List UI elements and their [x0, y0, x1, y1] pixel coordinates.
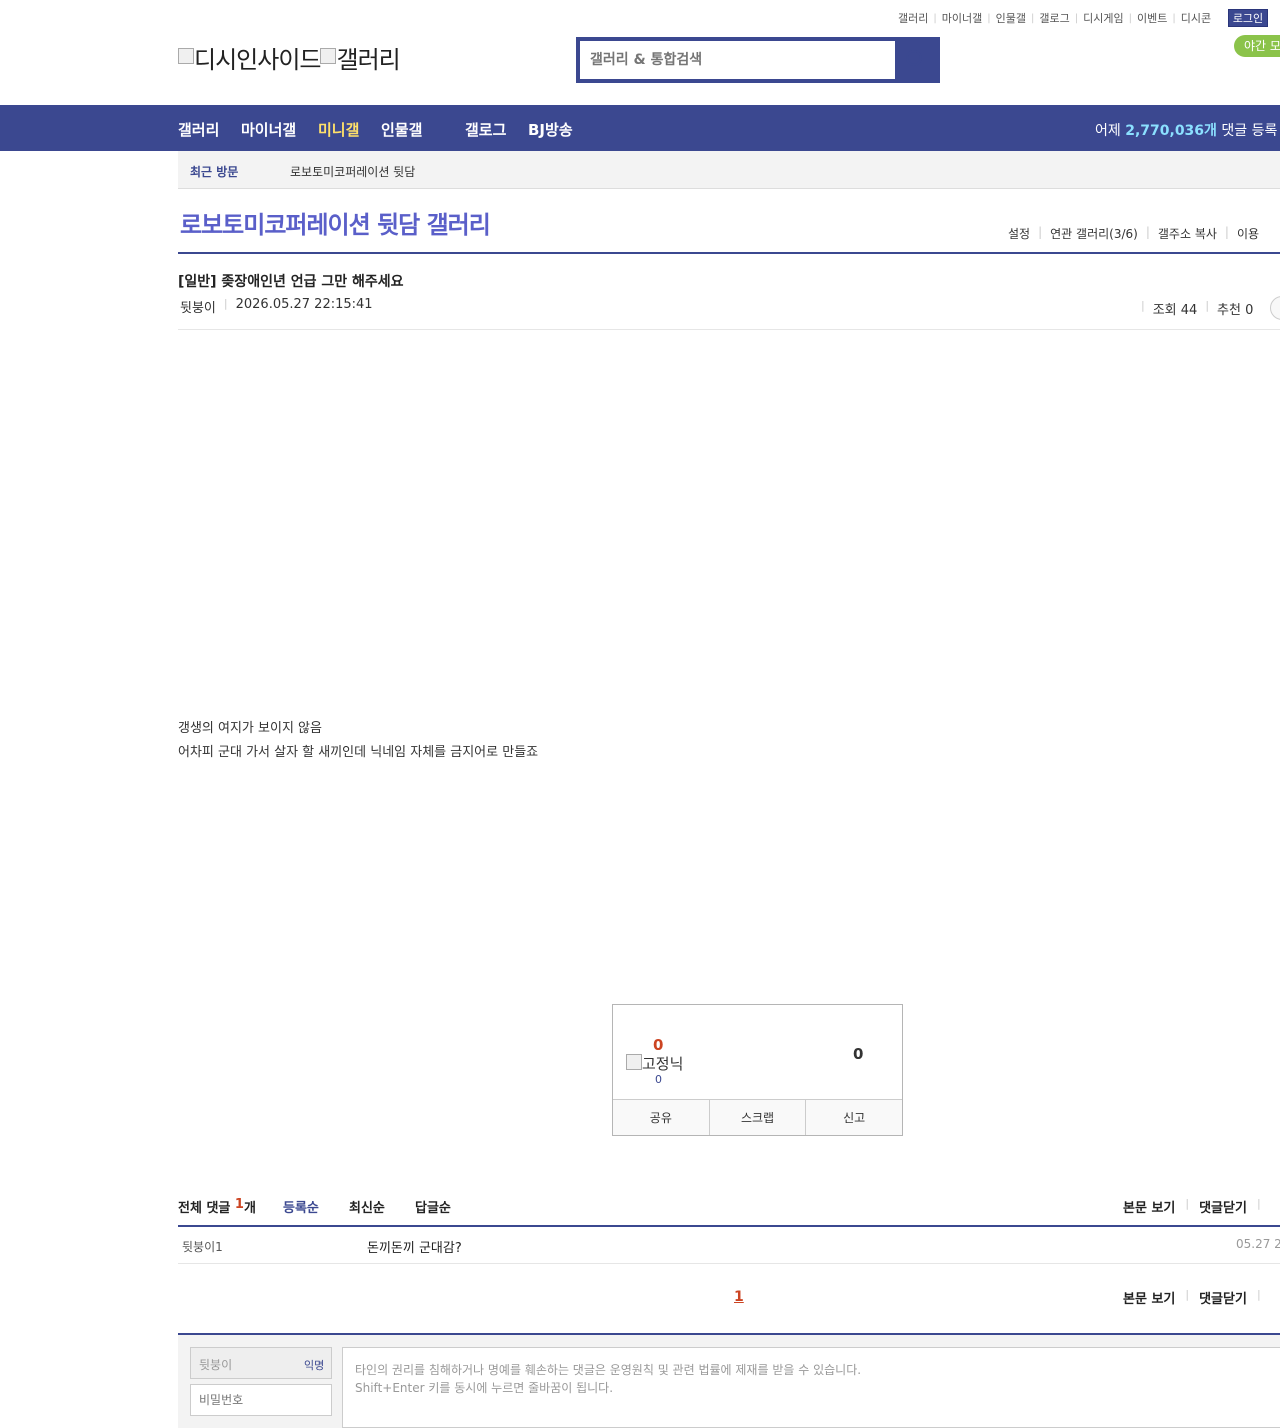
fixed-nick-recommend[interactable]: 고정닉 [626, 1053, 683, 1074]
stat-prefix: 어제 [1095, 123, 1121, 139]
related-gallery-link[interactable]: 연관 갤러리(3/6) [1050, 225, 1138, 242]
util-link-dccon[interactable]: 디시콘 [1176, 10, 1216, 26]
comment-notice-line: Shift+Enter 키를 동시에 누르면 줄바꿈이 됩니다. [355, 1381, 614, 1395]
site-logo[interactable]: 디시인사이드 갤러리 [178, 40, 401, 75]
divider: | [1185, 1197, 1190, 1210]
sort-replies[interactable]: 답글순 [415, 1197, 451, 1216]
divider: | [1256, 1288, 1261, 1301]
logo-alt-gallery: 갤러리 [336, 46, 400, 74]
comment-textarea[interactable]: 타인의 권리를 침해하거나 명예를 훼손하는 댓글은 운영원칙 및 관련 법률에… [342, 1347, 1280, 1428]
search-input[interactable] [580, 41, 895, 79]
view-post-link[interactable]: 본문 보기 [1123, 1288, 1175, 1307]
divider: | [1141, 299, 1145, 312]
divider: | [1256, 1197, 1261, 1210]
search-box [576, 37, 940, 83]
recent-visit-item[interactable]: 로보토미코퍼레이션 뒷담 [290, 163, 415, 180]
post-body-line: 어차피 군대 가서 살자 할 새끼인데 닉네임 자체를 금지어로 만들죠 [178, 745, 539, 760]
search-button[interactable] [895, 41, 936, 79]
scrap-button[interactable]: 스크랩 [710, 1100, 807, 1135]
gallery-title[interactable]: 로보토미코퍼레이션 뒷담 갤러리 [180, 205, 491, 240]
nav-person-gallery[interactable]: 인물갤 [381, 119, 422, 140]
password-field[interactable] [190, 1384, 332, 1416]
comment-total: 전체 댓글 1개 [178, 1197, 256, 1216]
usage-link[interactable]: 이용 [1237, 225, 1259, 242]
divider: | [1038, 225, 1043, 239]
post-header-divider [178, 329, 1280, 330]
sort-registered[interactable]: 등록순 [283, 1197, 319, 1216]
divider: | [1185, 1288, 1190, 1301]
comment-jump-button[interactable] [1270, 296, 1280, 320]
logo-alt-dcinside: 디시인사이드 [194, 46, 321, 74]
recommend-down-count[interactable]: 0 [853, 1045, 863, 1063]
recommend-count: 추천 0 [1217, 303, 1254, 318]
recommend-box: 0 고정닉 0 0 공유 스크랩 신고 [612, 1004, 903, 1136]
stat-suffix: 댓글 등록 [1221, 123, 1278, 139]
comment-stat: 어제 2,770,036개 댓글 등록 [1095, 120, 1277, 140]
anonymous-badge: 익명 [304, 1359, 325, 1372]
gallery-title-underline [178, 252, 1280, 254]
comment-row-divider [178, 1263, 1280, 1264]
page-number-current[interactable]: 1 [734, 1289, 744, 1305]
post-body-line: 갱생의 여지가 보이지 않음 [178, 721, 322, 736]
recommend-actions: 공유 스크랩 신고 [613, 1099, 902, 1135]
comment-author[interactable]: 뒷붕이1 [182, 1238, 223, 1255]
close-comments-link[interactable]: 댓글닫기 [1199, 1197, 1247, 1216]
recent-visit-bar: 최근 방문 로보토미코퍼레이션 뒷담 [178, 151, 1280, 189]
broken-image-icon [178, 47, 194, 64]
divider: | [1224, 225, 1229, 239]
gallery-settings-link[interactable]: 설정 [1008, 225, 1030, 242]
util-link-minor[interactable]: 마이너갤 [937, 10, 987, 26]
divider: | [1205, 299, 1210, 312]
fixed-nick-count: 0 [655, 1073, 662, 1086]
view-post-link[interactable]: 본문 보기 [1123, 1197, 1175, 1216]
comment-top-links: 본문 보기 | 댓글닫기 | [1123, 1197, 1271, 1216]
util-link-event[interactable]: 이벤트 [1132, 10, 1172, 26]
login-button[interactable]: 로그인 [1228, 9, 1268, 27]
post-stats: | 조회 44 | 추천 0 [1133, 299, 1253, 318]
recommend-up-count: 0 [653, 1036, 664, 1054]
comment-count: 1 [234, 1197, 244, 1212]
sort-latest[interactable]: 최신순 [349, 1197, 385, 1216]
divider: | [1145, 225, 1150, 239]
nav-mini-gallery[interactable]: 미니갤 [318, 119, 359, 140]
nav-bj-broadcast[interactable]: BJ방송 [528, 119, 573, 140]
close-comments-link[interactable]: 댓글닫기 [1199, 1288, 1247, 1307]
util-link-person[interactable]: 인물갤 [991, 10, 1031, 26]
comment-total-label: 전체 댓글 [178, 1201, 231, 1216]
divider: | [223, 297, 228, 310]
comment-date: 05.27 22 [1236, 1237, 1280, 1251]
comment-count-suffix: 개 [243, 1201, 256, 1216]
fixed-nick-alt: 고정닉 [642, 1055, 684, 1073]
broken-image-icon [320, 47, 337, 64]
comment-notice-line: 타인의 권리를 침해하거나 명예를 훼손하는 댓글은 운영원칙 및 관련 법률에… [355, 1363, 862, 1377]
util-link-gallery[interactable]: 갤러리 [893, 10, 933, 26]
comment-bottom-links: 본문 보기 | 댓글닫기 | [1123, 1288, 1271, 1307]
broken-image-icon [626, 1053, 642, 1070]
stat-value: 2,770,036개 [1125, 123, 1217, 139]
nickname-value: 뒷붕이 [199, 1358, 233, 1372]
gallery-links: 설정 | 연관 갤러리(3/6) | 갤주소 복사 | 이용 [1008, 225, 1259, 242]
util-link-game[interactable]: 디시게임 [1078, 10, 1128, 26]
night-mode-button[interactable]: 야간 모 [1234, 35, 1280, 57]
post-title: [일반] 좆장애인년 언급 그만 해주세요 [178, 274, 404, 290]
util-links: 갤러리 | 마이너갤 | 인물갤 | 갤로그 | 디시게임 | 이벤트 | 디시콘 [893, 10, 1216, 26]
view-count: 조회 44 [1152, 303, 1198, 318]
report-button[interactable]: 신고 [806, 1100, 902, 1135]
search-icon [906, 50, 922, 66]
post-author[interactable]: 뒷붕이 [180, 297, 216, 316]
share-button[interactable]: 공유 [613, 1100, 710, 1135]
copy-address-link[interactable]: 갤주소 복사 [1158, 225, 1217, 242]
comment-top-line [178, 1225, 1280, 1227]
util-link-gallog[interactable]: 갤로그 [1034, 10, 1074, 26]
recent-visit-label[interactable]: 최근 방문 [190, 163, 238, 180]
comment-text: 돈끼돈끼 군대감? [367, 1241, 462, 1256]
nav-gallery[interactable]: 갤러리 [178, 119, 219, 140]
nav-gallog[interactable]: 갤로그 [465, 119, 506, 140]
post-date: 2026.05.27 22:15:41 [235, 297, 373, 312]
nickname-field[interactable]: 뒷붕이 익명 [190, 1347, 332, 1379]
main-nav: 갤러리 마이너갤 미니갤 인물갤 갤로그 BJ방송 어제 2,770,036개 … [0, 105, 1280, 151]
nav-minor-gallery[interactable]: 마이너갤 [241, 119, 296, 140]
post-meta: 뒷붕이 | 2026.05.27 22:15:41 [180, 297, 373, 316]
